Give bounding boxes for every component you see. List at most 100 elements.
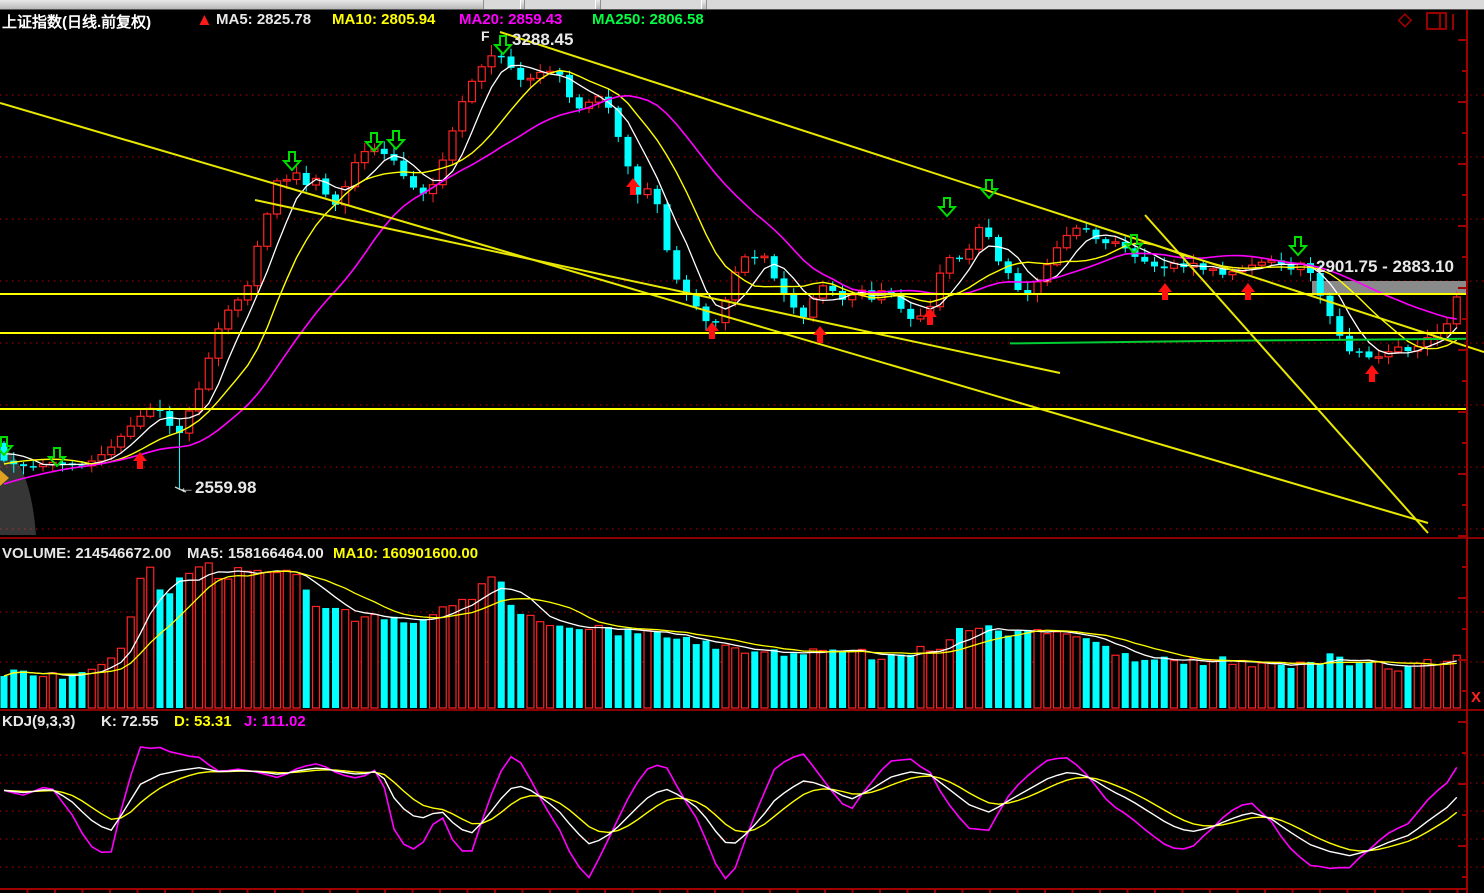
volume-bar <box>517 614 524 708</box>
candle-body <box>118 436 125 447</box>
candle-body <box>98 455 105 461</box>
signal-arrows-layer <box>0 36 1379 469</box>
volume-bar <box>254 570 261 708</box>
volume-bar <box>1141 660 1148 708</box>
volume-bar <box>566 628 573 708</box>
candle-body <box>303 173 310 185</box>
candle-body <box>293 173 300 180</box>
sell-signal-down-arrow-icon <box>981 180 997 198</box>
window-tick-icon <box>1452 14 1454 30</box>
volume-bar <box>1054 632 1061 708</box>
trendlines-layer <box>0 32 1484 533</box>
volume-bar <box>332 608 339 708</box>
volume-bar <box>59 679 66 708</box>
candle-body <box>361 152 368 163</box>
volume-bar <box>264 573 271 708</box>
volume-bar <box>946 640 953 708</box>
chart-canvas[interactable] <box>0 0 1484 893</box>
trendline <box>0 103 1428 523</box>
sell-signal-down-arrow-icon <box>1290 237 1306 255</box>
trend-up-icon: ▲ <box>196 10 213 30</box>
volume-bar <box>1210 661 1217 708</box>
candle-body <box>917 316 924 319</box>
volume-bar <box>303 590 310 708</box>
candle-body <box>137 416 144 426</box>
range-highlight-bar[interactable] <box>1312 281 1468 294</box>
candle-body <box>664 204 671 250</box>
candle-body <box>1151 262 1158 267</box>
volume-bars-layer <box>1 563 1461 708</box>
volume-bar <box>361 617 368 708</box>
window-layout-icon[interactable] <box>1426 12 1447 30</box>
candle-body <box>1405 347 1412 351</box>
candle-body <box>1356 351 1363 353</box>
volume-bar <box>478 584 485 708</box>
kdj-name-label: KDJ(9,3,3) <box>2 713 75 730</box>
volume-bar <box>1307 662 1314 708</box>
volume-bar <box>917 646 924 708</box>
volume-bar <box>742 653 749 708</box>
volume-bar <box>703 641 710 708</box>
volume-ma10-readout: MA10: 160901600.00 <box>333 545 478 562</box>
candle-body <box>244 286 251 300</box>
candle-body <box>1112 242 1119 244</box>
candle-body <box>459 102 466 131</box>
volume-bar <box>937 649 944 708</box>
diamond-icon[interactable]: ◇ <box>1398 9 1412 30</box>
volume-bar <box>1346 665 1353 708</box>
kdj-j-readout: J: 111.02 <box>244 713 306 730</box>
kdj-d-readout: D: 53.31 <box>174 713 232 730</box>
window-layout-icon-bar <box>1439 14 1441 28</box>
candle-body <box>1210 269 1217 271</box>
volume-bar <box>196 567 203 708</box>
volume-bar <box>527 615 534 708</box>
candle-body <box>615 108 622 137</box>
volume-bar <box>488 577 495 708</box>
volume-bar <box>722 645 729 708</box>
sell-signal-down-arrow-icon <box>495 36 511 54</box>
candle-body <box>1346 336 1353 352</box>
candle-body <box>995 237 1002 261</box>
candle-body <box>108 447 115 455</box>
buy-signal-up-arrow-icon <box>1158 283 1172 300</box>
volume-bar <box>1180 664 1187 708</box>
kdj-layer <box>4 747 1457 879</box>
volume-bar <box>1424 660 1431 708</box>
volume-bar <box>1385 669 1392 708</box>
volume-bar <box>30 675 37 708</box>
close-indicator-button[interactable]: X <box>1468 689 1484 707</box>
kdj-d-line <box>4 770 1457 851</box>
volume-bar <box>839 652 846 708</box>
candle-body <box>381 149 388 154</box>
volume-bar <box>849 651 856 708</box>
sell-signal-down-arrow-icon <box>939 198 955 216</box>
volume-bar <box>371 615 378 708</box>
candle-body <box>469 81 476 101</box>
candle-body <box>703 306 710 321</box>
volume-bar <box>829 650 836 708</box>
volume-bar <box>1 676 8 708</box>
volume-bar <box>1434 665 1441 708</box>
volume-bar <box>586 629 593 708</box>
kdj-k-line <box>4 768 1457 856</box>
volume-bar <box>966 631 973 708</box>
candle-body <box>283 180 290 182</box>
volume-bar <box>69 674 76 708</box>
volume-bar <box>410 623 417 708</box>
volume-bar <box>313 606 320 708</box>
volume-bar <box>576 629 583 708</box>
candle-body <box>829 286 836 291</box>
volume-ma5-readout: MA5: 158166464.00 <box>187 545 324 562</box>
price-ma20-line <box>4 96 1457 484</box>
volume-bar <box>176 577 183 708</box>
volume-bar <box>1024 630 1031 708</box>
ma5-readout: MA5: 2825.78 <box>216 11 311 28</box>
volume-bar <box>1132 661 1139 708</box>
candle-body <box>576 97 583 108</box>
candle-body <box>1141 257 1148 262</box>
volume-bar <box>751 651 758 708</box>
volume-bar <box>244 571 251 708</box>
volume-bar <box>625 628 632 708</box>
volume-bar <box>1317 664 1324 708</box>
volume-bar <box>732 648 739 708</box>
